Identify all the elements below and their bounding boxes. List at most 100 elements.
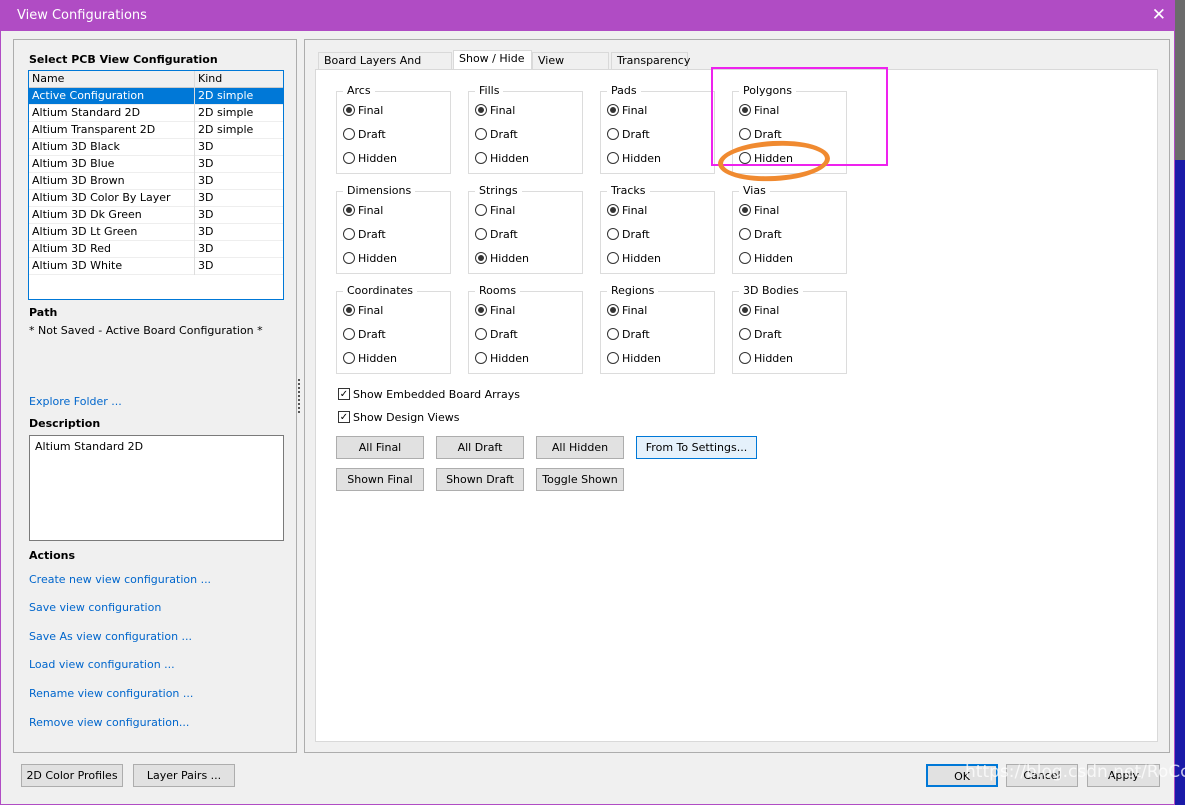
all-hidden-button[interactable]: All Hidden bbox=[536, 436, 624, 459]
list-item[interactable]: Altium 3D Brown 3D bbox=[29, 173, 283, 190]
radio-draft[interactable]: Draft bbox=[475, 228, 518, 242]
list-item[interactable]: Active Configuration 2D simple bbox=[29, 88, 283, 105]
radio-hidden[interactable]: Hidden bbox=[607, 352, 661, 366]
radio-final[interactable]: Final bbox=[475, 304, 515, 318]
radio-hidden[interactable]: Hidden bbox=[739, 252, 793, 266]
shown-draft-button[interactable]: Shown Draft bbox=[436, 468, 524, 491]
radio-circle-icon bbox=[475, 152, 487, 164]
radio-label: Hidden bbox=[358, 352, 398, 365]
config-list[interactable]: Name Kind Active Configuration 2D simple A… bbox=[28, 70, 284, 300]
all-final-button[interactable]: All Final bbox=[336, 436, 424, 459]
color-profiles-button[interactable]: 2D Color Profiles bbox=[21, 764, 123, 787]
item-kind: 3D bbox=[194, 173, 213, 190]
radio-final[interactable]: Final bbox=[739, 204, 779, 218]
radio-label: Final bbox=[490, 304, 516, 317]
radio-final[interactable]: Final bbox=[475, 104, 515, 118]
tab-view-options[interactable]: View Options bbox=[532, 52, 609, 83]
radio-label: Draft bbox=[622, 128, 650, 141]
radio-circle-icon bbox=[343, 328, 355, 340]
dialog-title: View Configurations bbox=[17, 8, 147, 23]
radio-label: Hidden bbox=[622, 352, 662, 365]
checkmark-icon: ✓ bbox=[338, 411, 350, 423]
checkbox[interactable]: ✓ Show Design Views bbox=[338, 411, 460, 424]
all-draft-button[interactable]: All Draft bbox=[436, 436, 524, 459]
shown-final-button[interactable]: Shown Final bbox=[336, 468, 424, 491]
radio-final[interactable]: Final bbox=[607, 304, 647, 318]
list-item[interactable]: Altium 3D Lt Green 3D bbox=[29, 224, 283, 241]
radio-final[interactable]: Final bbox=[607, 104, 647, 118]
radio-label: Draft bbox=[622, 328, 650, 341]
radio-hidden[interactable]: Hidden bbox=[343, 352, 397, 366]
radio-final[interactable]: Final bbox=[739, 304, 779, 318]
radio-label: Draft bbox=[490, 228, 518, 241]
radio-circle-icon bbox=[607, 204, 619, 216]
radio-final[interactable]: Final bbox=[607, 204, 647, 218]
action-link[interactable]: Rename view configuration ... bbox=[29, 687, 193, 700]
action-link[interactable]: Load view configuration ... bbox=[29, 658, 175, 671]
list-item[interactable]: Altium 3D Blue 3D bbox=[29, 156, 283, 173]
cancel-button[interactable]: Cancel bbox=[1006, 764, 1078, 787]
radio-draft[interactable]: Draft bbox=[607, 128, 650, 142]
list-item[interactable]: Altium 3D Dk Green 3D bbox=[29, 207, 283, 224]
radio-hidden[interactable]: Hidden bbox=[475, 252, 529, 266]
radio-draft[interactable]: Draft bbox=[475, 328, 518, 342]
list-item[interactable]: Altium 3D Red 3D bbox=[29, 241, 283, 258]
action-link[interactable]: Remove view configuration... bbox=[29, 716, 189, 729]
radio-circle-icon bbox=[739, 328, 751, 340]
toggle-shown-button[interactable]: Toggle Shown bbox=[536, 468, 624, 491]
group-label: Regions bbox=[607, 284, 659, 297]
action-link[interactable]: Save As view configuration ... bbox=[29, 630, 192, 643]
radio-hidden[interactable]: Hidden bbox=[343, 252, 397, 266]
radio-final[interactable]: Final bbox=[343, 304, 383, 318]
group-label: Arcs bbox=[343, 84, 375, 97]
radio-draft[interactable]: Draft bbox=[343, 128, 386, 142]
title-bar: View Configurations ✕ bbox=[1, 1, 1174, 31]
radio-final[interactable]: Final bbox=[343, 104, 383, 118]
tab-transparency[interactable]: Transparency bbox=[611, 52, 690, 70]
tab-board-layers-and-colors[interactable]: Board Layers And Colors bbox=[318, 52, 452, 83]
path-heading: Path bbox=[29, 306, 58, 319]
splitter-handle[interactable] bbox=[298, 379, 300, 413]
radio-final[interactable]: Final bbox=[343, 204, 383, 218]
radio-draft[interactable]: Draft bbox=[607, 328, 650, 342]
from-to-settings-button[interactable]: From To Settings... bbox=[636, 436, 757, 459]
ok-button[interactable]: OK bbox=[926, 764, 998, 787]
radio-circle-icon bbox=[343, 128, 355, 140]
action-link[interactable]: Create new view configuration ... bbox=[29, 573, 211, 586]
radio-draft[interactable]: Draft bbox=[739, 228, 782, 242]
tab-show-hide[interactable]: Show / Hide bbox=[453, 50, 532, 70]
radio-hidden[interactable]: Hidden bbox=[475, 152, 529, 166]
apply-button[interactable]: Apply bbox=[1087, 764, 1160, 787]
radio-final[interactable]: Final bbox=[475, 204, 515, 218]
action-link[interactable]: Save view configuration bbox=[29, 601, 161, 614]
radio-hidden[interactable]: Hidden bbox=[607, 152, 661, 166]
description-field[interactable]: Altium Standard 2D bbox=[29, 435, 284, 541]
radio-circle-icon bbox=[739, 252, 751, 264]
group-label: Vias bbox=[739, 184, 770, 197]
radio-draft[interactable]: Draft bbox=[343, 228, 386, 242]
explore-folder-link[interactable]: Explore Folder ... bbox=[29, 395, 122, 408]
list-item[interactable]: Altium 3D White 3D bbox=[29, 258, 283, 275]
radio-hidden[interactable]: Hidden bbox=[343, 152, 397, 166]
radio-hidden[interactable]: Hidden bbox=[739, 352, 793, 366]
radio-draft[interactable]: Draft bbox=[475, 128, 518, 142]
checkbox[interactable]: ✓ Show Embedded Board Arrays bbox=[338, 388, 520, 401]
column-kind[interactable]: Kind bbox=[194, 71, 222, 88]
close-icon[interactable]: ✕ bbox=[1152, 5, 1166, 25]
list-item[interactable]: Altium 3D Black 3D bbox=[29, 139, 283, 156]
layer-pairs-button[interactable]: Layer Pairs ... bbox=[133, 764, 235, 787]
radio-draft[interactable]: Draft bbox=[607, 228, 650, 242]
radio-hidden[interactable]: Hidden bbox=[475, 352, 529, 366]
radio-hidden[interactable]: Hidden bbox=[607, 252, 661, 266]
item-kind: 3D bbox=[194, 156, 213, 173]
list-item[interactable]: Altium 3D Color By Layer 3D bbox=[29, 190, 283, 207]
radio-label: Draft bbox=[754, 228, 782, 241]
item-name: Altium 3D Dk Green bbox=[32, 208, 142, 221]
list-item[interactable]: Altium Standard 2D 2D simple bbox=[29, 105, 283, 122]
column-name[interactable]: Name bbox=[29, 71, 64, 87]
radio-draft[interactable]: Draft bbox=[739, 328, 782, 342]
radio-draft[interactable]: Draft bbox=[343, 328, 386, 342]
item-name: Altium 3D White bbox=[32, 259, 123, 272]
list-item[interactable]: Altium Transparent 2D 2D simple bbox=[29, 122, 283, 139]
item-kind: 3D bbox=[194, 139, 213, 156]
